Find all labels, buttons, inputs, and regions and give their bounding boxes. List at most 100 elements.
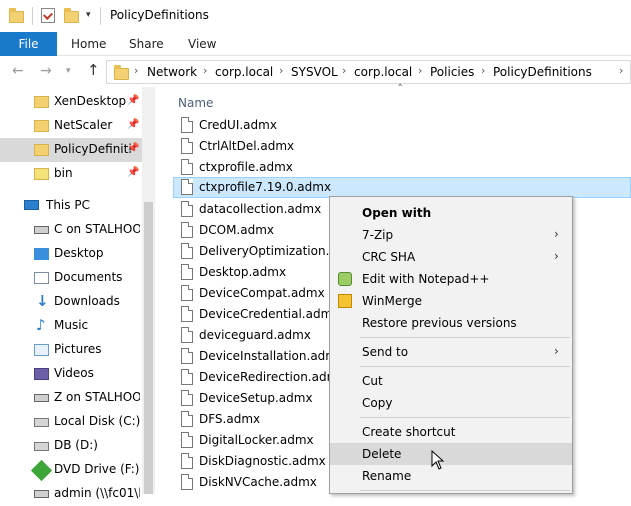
computer-icon bbox=[24, 200, 39, 210]
scrollbar-thumb[interactable] bbox=[144, 202, 153, 494]
menu-item-create-shortcut[interactable]: Create shortcut bbox=[330, 421, 572, 443]
navigation-bar: ← → ▾ ↑ › Network › corp.local › SYSVOL … bbox=[0, 57, 631, 87]
nav-item-z-on-stalhood[interactable]: Z on STALHOOD bbox=[0, 386, 142, 410]
nav-item-dvd-drive-f[interactable]: DVD Drive (F:) C bbox=[0, 458, 142, 482]
file-icon bbox=[181, 390, 193, 406]
menu-item-7-zip[interactable]: 7-Zip › bbox=[330, 224, 572, 246]
new-folder-icon[interactable] bbox=[64, 8, 79, 23]
file-icon bbox=[181, 201, 193, 217]
chevron-right-icon: › bbox=[554, 249, 559, 263]
nav-item-policydefinitions[interactable]: PolicyDefiniti 📌 bbox=[0, 138, 142, 162]
tab-view[interactable]: View bbox=[188, 32, 216, 56]
back-arrow-icon[interactable]: ← bbox=[12, 63, 24, 79]
window-title: PolicyDefinitions bbox=[110, 8, 209, 22]
tab-share[interactable]: Share bbox=[129, 32, 164, 56]
menu-item-edit-with-notepadpp[interactable]: Edit with Notepad++ bbox=[330, 268, 572, 290]
nav-item-desktop[interactable]: Desktop bbox=[0, 242, 142, 266]
pin-icon: 📌 bbox=[127, 95, 140, 106]
chevron-right-icon[interactable]: › bbox=[418, 64, 422, 77]
breadcrumb-policydefinitions[interactable]: PolicyDefinitions bbox=[493, 65, 592, 79]
file-icon bbox=[181, 348, 193, 364]
nav-item-c-on-stalhood[interactable]: C on STALHOOD bbox=[0, 218, 142, 242]
chevron-right-icon[interactable]: › bbox=[342, 64, 346, 77]
music-icon: ♪ bbox=[36, 316, 46, 334]
chevron-right-icon[interactable]: › bbox=[279, 64, 283, 77]
address-bar[interactable]: › Network › corp.local › SYSVOL › corp.l… bbox=[106, 60, 631, 84]
nav-item-music[interactable]: ♪ Music bbox=[0, 314, 142, 338]
dvd-drive-icon bbox=[30, 459, 53, 482]
network-drive-icon bbox=[34, 394, 49, 402]
menu-item-open-with[interactable]: Open with bbox=[330, 202, 572, 224]
menu-item-copy[interactable]: Copy bbox=[330, 392, 572, 414]
breadcrumb-sysvol[interactable]: SYSVOL bbox=[291, 65, 338, 79]
nav-item-videos[interactable]: Videos bbox=[0, 362, 142, 386]
navigation-pane: XenDesktop 📌 NetScaler 📌 PolicyDefiniti … bbox=[0, 87, 155, 500]
pictures-icon bbox=[34, 344, 49, 356]
nav-item-local-disk-c[interactable]: Local Disk (C:) bbox=[0, 410, 142, 434]
menu-separator bbox=[360, 417, 570, 418]
drive-icon bbox=[34, 442, 49, 451]
menu-separator bbox=[360, 490, 570, 491]
file-icon bbox=[181, 138, 193, 154]
chevron-right-icon: › bbox=[554, 227, 559, 241]
folder-icon bbox=[34, 168, 49, 180]
network-drive-icon bbox=[34, 226, 49, 234]
chevron-right-icon[interactable]: › bbox=[481, 64, 485, 77]
tab-home[interactable]: Home bbox=[71, 32, 106, 56]
nav-item-admin-share[interactable]: admin (\\fc01\h bbox=[0, 482, 142, 506]
up-arrow-icon[interactable]: ↑ bbox=[87, 61, 100, 79]
nav-item-documents[interactable]: Documents bbox=[0, 266, 142, 290]
winmerge-icon bbox=[338, 294, 352, 308]
chevron-right-icon[interactable]: › bbox=[203, 64, 207, 77]
tab-file[interactable]: File bbox=[0, 32, 57, 56]
file-row[interactable]: CredUI.admx bbox=[173, 115, 631, 136]
folder-icon bbox=[34, 144, 49, 156]
nav-item-pictures[interactable]: Pictures bbox=[0, 338, 142, 362]
menu-item-send-to[interactable]: Send to › bbox=[330, 341, 572, 363]
nav-item-downloads[interactable]: ↓ Downloads bbox=[0, 290, 142, 314]
chevron-right-icon[interactable]: › bbox=[134, 64, 138, 77]
menu-item-rename[interactable]: Rename bbox=[330, 465, 572, 487]
breadcrumb-network[interactable]: Network bbox=[147, 65, 197, 79]
file-row[interactable]: ctxprofile.admx bbox=[173, 157, 631, 178]
ribbon-tabs: File Home Share View bbox=[0, 32, 631, 56]
properties-icon[interactable] bbox=[41, 8, 55, 23]
nav-item-netscaler[interactable]: NetScaler 📌 bbox=[0, 114, 142, 138]
file-row-selected[interactable]: ctxprofile7.19.0.admx bbox=[173, 177, 631, 198]
chevron-right-icon: › bbox=[554, 344, 559, 358]
nav-item-this-pc[interactable]: This PC bbox=[0, 194, 142, 218]
nav-item-db-d[interactable]: DB (D:) bbox=[0, 434, 142, 458]
menu-item-winmerge[interactable]: WinMerge bbox=[330, 290, 572, 312]
file-icon bbox=[181, 243, 193, 259]
menu-item-cut[interactable]: Cut bbox=[330, 370, 572, 392]
pin-icon: 📌 bbox=[127, 167, 140, 178]
column-header-name[interactable]: Name bbox=[178, 96, 213, 110]
folder-icon bbox=[34, 96, 49, 108]
file-icon bbox=[181, 264, 193, 280]
file-icon bbox=[181, 474, 193, 490]
menu-item-delete[interactable]: Delete bbox=[330, 443, 572, 465]
file-icon bbox=[181, 117, 193, 133]
title-bar: ▾ PolicyDefinitions bbox=[0, 0, 631, 32]
nav-scrollbar[interactable] bbox=[142, 87, 155, 494]
desktop-icon bbox=[34, 248, 49, 260]
chevron-right-icon[interactable]: › bbox=[619, 64, 623, 77]
nav-item-xendesktop[interactable]: XenDesktop 📌 bbox=[0, 90, 142, 114]
file-row[interactable]: CtrlAltDel.admx bbox=[173, 136, 631, 157]
breadcrumb-policies[interactable]: Policies bbox=[430, 65, 474, 79]
menu-item-restore-previous-versions[interactable]: Restore previous versions bbox=[330, 312, 572, 334]
breadcrumb-corp-local[interactable]: corp.local bbox=[215, 65, 273, 79]
nav-item-bin[interactable]: bin 📌 bbox=[0, 162, 142, 186]
sort-ascending-icon: ⌃ bbox=[396, 83, 405, 94]
menu-item-crc-sha[interactable]: CRC SHA › bbox=[330, 246, 572, 268]
forward-arrow-icon[interactable]: → bbox=[40, 63, 52, 79]
breadcrumb-corp-local-2[interactable]: corp.local bbox=[354, 65, 412, 79]
quick-access-dropdown-icon[interactable]: ▾ bbox=[86, 10, 91, 20]
recent-dropdown-icon[interactable]: ▾ bbox=[66, 66, 71, 76]
file-icon bbox=[181, 159, 193, 175]
local-disk-icon bbox=[34, 418, 49, 427]
file-icon bbox=[181, 306, 193, 322]
folder-icon bbox=[114, 65, 129, 80]
file-icon bbox=[181, 432, 193, 448]
notepadpp-icon bbox=[338, 272, 352, 286]
